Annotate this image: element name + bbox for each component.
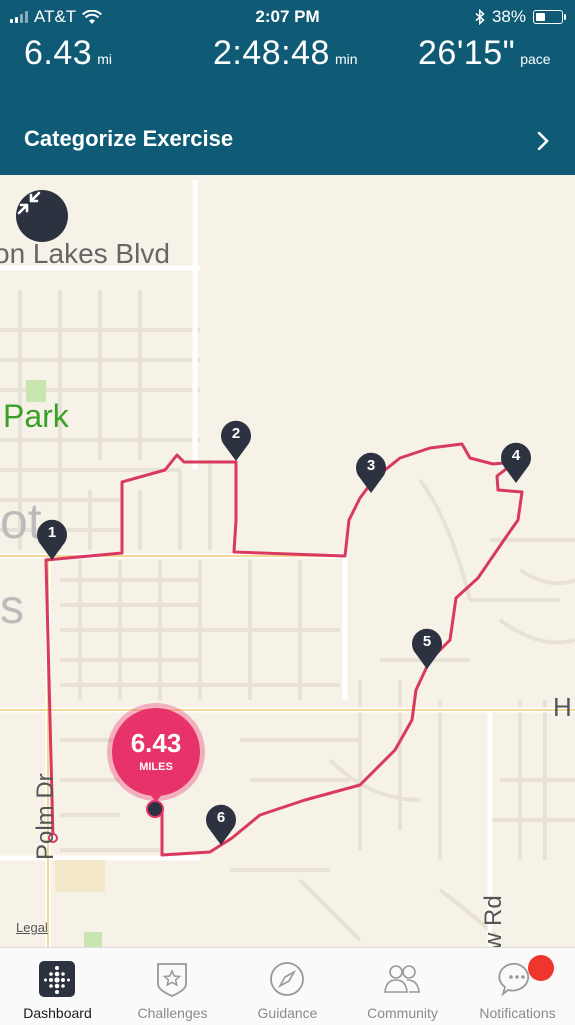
tab-dashboard[interactable]: Dashboard bbox=[0, 948, 115, 1025]
duration-unit: min bbox=[334, 51, 358, 67]
collapse-map-button[interactable] bbox=[16, 190, 68, 242]
tab-label: Challenges bbox=[137, 1005, 208, 1021]
map-label-polm-dr: Polm Dr bbox=[32, 773, 59, 860]
challenges-icon bbox=[157, 963, 187, 997]
pace-unit: pace bbox=[520, 51, 551, 67]
map-label-area-2: s bbox=[0, 581, 24, 634]
total-miles-unit: MILES bbox=[139, 761, 173, 773]
mile-marker-label: 1 bbox=[47, 524, 57, 541]
categorize-exercise-row[interactable]: Categorize Exercise bbox=[0, 110, 575, 170]
dashboard-icon bbox=[39, 961, 75, 997]
map-label-park: Park bbox=[3, 398, 69, 434]
distance-unit: mi bbox=[97, 51, 112, 67]
chevron-right-icon bbox=[537, 132, 549, 150]
mile-marker[interactable]: 3 bbox=[354, 450, 388, 494]
tab-guidance[interactable]: Guidance bbox=[230, 948, 345, 1025]
mile-marker-label: 5 bbox=[422, 633, 432, 650]
pace-stat: 26'15" pace bbox=[418, 34, 551, 73]
status-bar: AT&T 2:07 PM 38% bbox=[0, 0, 575, 34]
tab-label: Guidance bbox=[257, 1005, 318, 1021]
workout-header: AT&T 2:07 PM 38% 6.43 mi 2:48:48 min 26'… bbox=[0, 0, 575, 175]
map-canvas bbox=[0, 175, 575, 947]
status-right: 38% bbox=[475, 7, 566, 27]
tab-bar: Dashboard Challenges Guidance Community … bbox=[0, 947, 575, 1025]
categorize-exercise-label: Categorize Exercise bbox=[24, 126, 234, 151]
map-label-street: on Lakes Blvd bbox=[0, 238, 170, 269]
tab-label: Dashboard bbox=[23, 1005, 92, 1021]
map-label-road: w Rd bbox=[480, 895, 507, 950]
distance-value: 6.43 bbox=[24, 34, 93, 72]
workout-stats: 6.43 mi 2:48:48 min 26'15" pace bbox=[0, 34, 575, 82]
mile-marker-label: 4 bbox=[511, 447, 521, 464]
tab-label: Notifications bbox=[479, 1005, 556, 1021]
mile-marker-label: 2 bbox=[231, 425, 241, 442]
community-icon bbox=[384, 965, 420, 993]
pace-value: 26'15" bbox=[418, 34, 516, 72]
mile-marker[interactable]: 2 bbox=[219, 418, 253, 462]
map-label-h: H bbox=[553, 692, 572, 722]
battery-icon bbox=[533, 10, 566, 24]
mile-marker[interactable]: 4 bbox=[499, 440, 533, 484]
duration-value: 2:48:48 bbox=[213, 34, 330, 72]
mile-marker[interactable]: 6 bbox=[204, 802, 238, 846]
notification-badge bbox=[528, 955, 554, 981]
legal-link[interactable]: Legal bbox=[16, 920, 48, 935]
mile-marker[interactable]: 1 bbox=[35, 517, 69, 561]
battery-percent: 38% bbox=[491, 7, 526, 26]
total-miles-value: 6.43 bbox=[130, 728, 182, 758]
mile-marker-label: 3 bbox=[366, 457, 376, 474]
tab-community[interactable]: Community bbox=[345, 948, 460, 1025]
distance-stat: 6.43 mi bbox=[24, 34, 112, 73]
bluetooth-icon bbox=[475, 9, 485, 25]
compass-icon bbox=[270, 962, 304, 996]
mile-marker-label: 6 bbox=[216, 809, 226, 826]
collapse-arrows-icon bbox=[17, 191, 41, 215]
duration-stat: 2:48:48 min bbox=[213, 34, 358, 73]
tab-notifications[interactable]: Notifications bbox=[460, 948, 575, 1025]
route-end-point bbox=[146, 800, 164, 818]
tab-challenges[interactable]: Challenges bbox=[115, 948, 230, 1025]
total-miles-bubble[interactable]: 6.43 MILES bbox=[112, 708, 200, 796]
route-map[interactable] bbox=[0, 175, 575, 947]
mile-marker[interactable]: 5 bbox=[410, 626, 444, 670]
tab-label: Community bbox=[367, 1005, 438, 1021]
